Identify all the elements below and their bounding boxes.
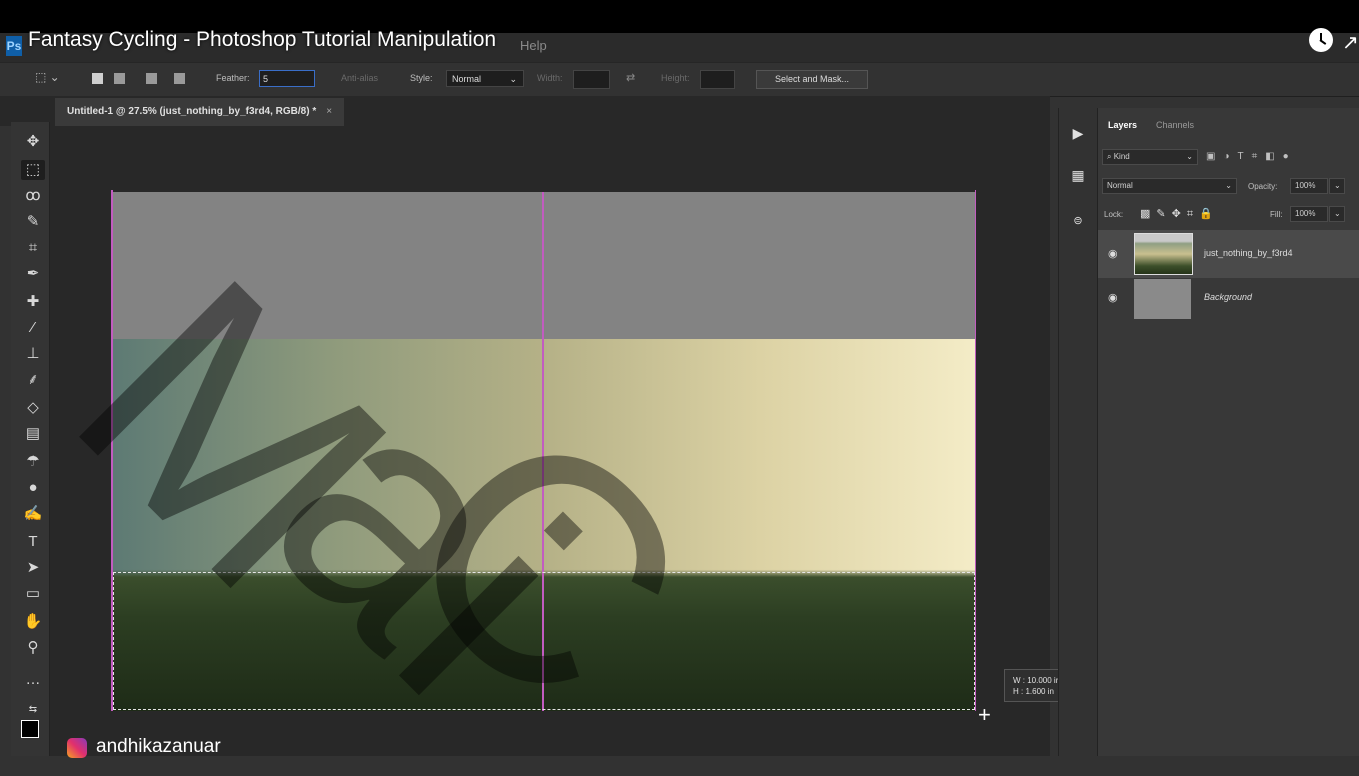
style-value: Normal <box>452 74 482 84</box>
share-icon[interactable]: ↗ <box>1342 30 1359 55</box>
tab-channels[interactable]: Channels <box>1156 120 1194 130</box>
document-tab-title: Untitled-1 @ 27.5% (just_nothing_by_f3rd… <box>67 106 317 117</box>
add-selection-icon[interactable] <box>114 73 125 84</box>
document-tab[interactable]: Untitled-1 @ 27.5% (just_nothing_by_f3rd… <box>55 98 345 126</box>
type-icon[interactable]: T <box>21 532 45 552</box>
layer-name[interactable]: Background <box>1204 292 1252 302</box>
eye-icon[interactable]: ◉ <box>1108 292 1120 304</box>
layer-thumbnail <box>1134 233 1193 275</box>
opacity-input[interactable]: 100% <box>1290 178 1328 194</box>
opacity-dropdown[interactable]: ⌄ <box>1329 178 1345 194</box>
lasso-icon[interactable]: ꝏ <box>21 186 45 206</box>
photoshop-logo: Ps <box>6 36 22 56</box>
fill-dropdown[interactable]: ⌄ <box>1329 206 1345 222</box>
eyedropper-icon[interactable]: ✒ <box>21 264 45 284</box>
history-brush-icon[interactable]: ⸙ <box>21 370 45 390</box>
instagram-icon <box>67 738 87 758</box>
intersect-selection-icon[interactable] <box>174 73 185 84</box>
blend-mode-select[interactable]: Normal ⌄ <box>1102 178 1237 194</box>
path-select-icon[interactable]: ➤ <box>21 558 45 578</box>
width-input[interactable] <box>573 70 610 89</box>
select-and-mask-button[interactable]: Select and Mask... <box>756 70 868 89</box>
watch-later-clock-icon[interactable] <box>1309 28 1333 52</box>
layer-filter-select[interactable]: ⌕ Kind ⌄ <box>1102 149 1198 165</box>
pen-icon[interactable]: ✍ <box>21 504 45 524</box>
chevron-down-icon: ⌄ <box>1225 181 1232 190</box>
options-bar: ⬚ ⌄ Feather: 5 Anti-alias Style: Normal ⌄… <box>0 62 1359 97</box>
quick-select-icon[interactable]: ✎ <box>21 212 45 232</box>
opacity-label: Opacity: <box>1248 182 1278 191</box>
dodge-icon[interactable]: ● <box>21 478 45 498</box>
eraser-icon[interactable]: ◇ <box>21 398 45 418</box>
width-readout-label: W : <box>1013 676 1025 685</box>
fill-label: Fill: <box>1270 210 1283 219</box>
layer-row[interactable]: ◉ just_nothing_by_f3rd4 <box>1098 230 1359 278</box>
collapsed-panel-strip: ▶ ▦ ⊜ <box>1058 108 1098 756</box>
rectangle-icon[interactable]: ▭ <box>21 584 45 604</box>
more-tools-icon[interactable]: … <box>21 670 45 690</box>
feather-input[interactable]: 5 <box>259 70 315 87</box>
move-icon[interactable]: ✥ <box>21 132 45 152</box>
zoom-icon[interactable]: ⚲ <box>21 638 45 658</box>
height-readout-value: 1.600 in <box>1025 687 1054 696</box>
new-selection-icon[interactable] <box>92 73 103 84</box>
menu-help[interactable]: Help <box>520 38 547 53</box>
grid-panel-icon[interactable]: ▦ <box>1067 164 1089 186</box>
swap-colors-icon[interactable]: ⇆ <box>21 700 45 720</box>
healing-icon[interactable]: ✚ <box>21 292 45 312</box>
style-select[interactable]: Normal ⌄ <box>446 70 524 87</box>
height-input[interactable] <box>700 70 735 89</box>
layers-panel: Layers Channels ⌕ Kind ⌄ ▣◑T⌗◧● Normal ⌄ O… <box>1098 108 1359 756</box>
crop-icon[interactable]: ⌗ <box>21 238 45 258</box>
layer-row[interactable]: ◉ Background <box>1098 278 1359 323</box>
brush-icon[interactable]: ⁄ <box>21 318 45 338</box>
feather-label: Feather: <box>216 73 250 83</box>
height-label: Height: <box>661 73 690 83</box>
search-icon: ⌕ <box>1107 152 1114 161</box>
layer-filter-value: Kind <box>1113 152 1130 161</box>
foreground-color-swatch[interactable] <box>21 720 45 740</box>
fill-input[interactable]: 100% <box>1290 206 1328 222</box>
stamp-icon[interactable]: ⊥ <box>21 344 45 364</box>
video-title[interactable]: Fantasy Cycling - Photoshop Tutorial Man… <box>28 28 496 52</box>
marquee-preset-icon[interactable]: ⬚ ⌄ <box>35 70 60 84</box>
selection-marquee[interactable] <box>113 572 975 710</box>
swap-icon[interactable]: ⇄ <box>626 71 635 84</box>
close-icon[interactable]: × <box>326 106 332 117</box>
crosshair-cursor-icon: + <box>978 702 991 727</box>
subtract-selection-icon[interactable] <box>146 73 157 84</box>
lock-label: Lock: <box>1104 210 1124 219</box>
chevron-down-icon: ⌄ <box>509 74 517 84</box>
tools-panel: ✥ ⬚ ꝏ ✎ ⌗ ✒ ✚ ⁄ ⊥ ⸙ ◇ ▤ ☂ ● ✍ T ➤ ▭ ✋ ⚲ … <box>11 122 50 756</box>
layer-name[interactable]: just_nothing_by_f3rd4 <box>1204 248 1293 258</box>
layer-thumbnail <box>1134 279 1191 319</box>
filter-type-icons[interactable]: ▣◑T⌗◧● <box>1206 151 1297 162</box>
style-label: Style: <box>410 73 433 83</box>
blur-icon[interactable]: ☂ <box>21 452 45 472</box>
width-readout-value: 10.000 in <box>1027 676 1061 685</box>
lock-options-icons[interactable]: ▩✎✥⌗🔒 <box>1140 207 1219 221</box>
play-action-icon[interactable]: ▶ <box>1067 122 1089 144</box>
width-label: Width: <box>537 73 563 83</box>
gradient-icon[interactable]: ▤ <box>21 424 45 444</box>
marquee-icon[interactable]: ⬚ <box>21 160 45 180</box>
channel-handle: andhikazanuar <box>96 736 221 757</box>
tab-layers[interactable]: Layers <box>1108 120 1137 130</box>
anti-alias-checkbox[interactable]: Anti-alias <box>341 73 378 83</box>
properties-panel-icon[interactable]: ⊜ <box>1067 210 1089 232</box>
hand-icon[interactable]: ✋ <box>21 612 45 632</box>
eye-icon[interactable]: ◉ <box>1108 248 1120 260</box>
blend-mode-value: Normal <box>1107 181 1133 190</box>
height-readout-label: H : <box>1013 687 1024 696</box>
chevron-down-icon: ⌄ <box>1186 152 1193 161</box>
